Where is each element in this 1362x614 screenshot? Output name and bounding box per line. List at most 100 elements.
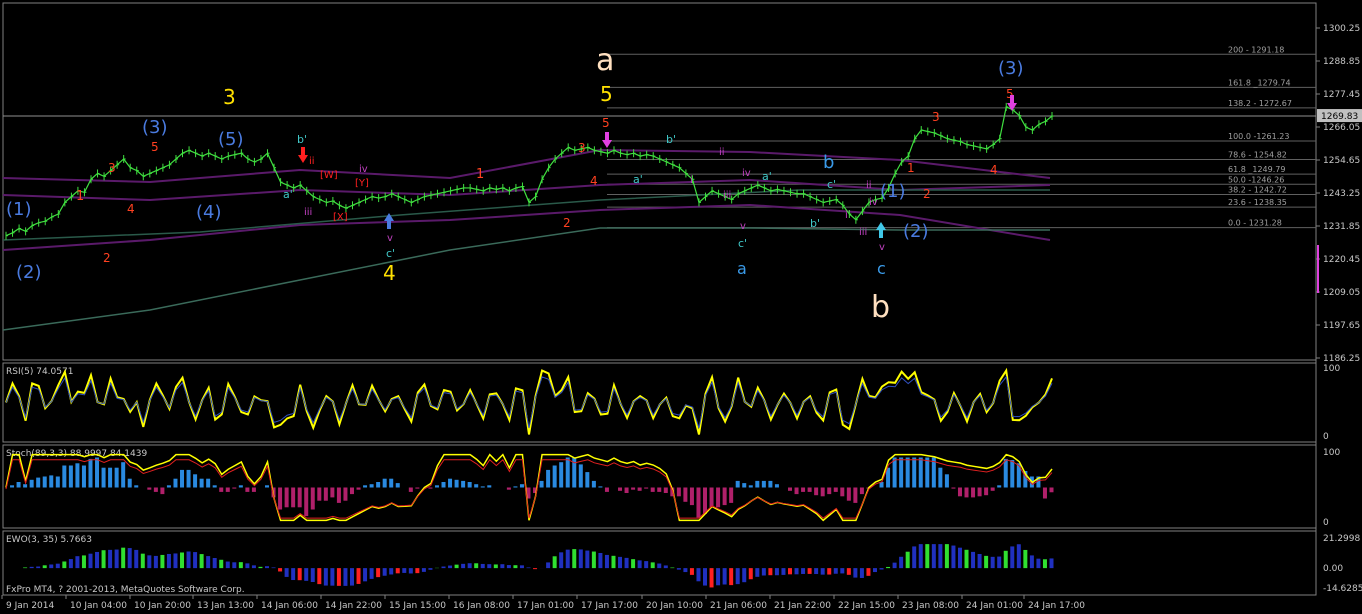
- wave-label: c: [877, 259, 886, 278]
- stoch-hist-bar: [428, 487, 433, 489]
- stoch-hist-bar: [29, 479, 34, 488]
- stoch-hist-bar: [147, 487, 152, 490]
- stoch-hist-bar: [585, 472, 590, 488]
- stoch-hist-bar: [709, 487, 714, 508]
- ewo-bar: [500, 564, 505, 569]
- stoch-hist-bar: [768, 480, 773, 488]
- wave-label: b': [297, 133, 307, 146]
- wave-label: a: [596, 43, 614, 78]
- ewo-bar: [55, 563, 60, 569]
- wave-label: i: [845, 210, 848, 221]
- wave-label: a': [762, 170, 772, 183]
- stoch-hist-bar: [637, 487, 642, 491]
- wave-label: 3: [108, 161, 116, 175]
- wave-label: iv: [869, 197, 878, 208]
- ewo-bar: [748, 568, 753, 580]
- wave-label: b': [810, 217, 820, 230]
- stoch-hist-bar: [598, 486, 603, 488]
- ewo-bar: [363, 568, 368, 582]
- wave-label: [X]: [333, 212, 348, 223]
- ewo-bar: [977, 553, 982, 569]
- time-tick-label: 21 Jan 06:00: [710, 601, 767, 611]
- rsi-line: [5, 367, 1053, 435]
- ewo-bar: [879, 568, 884, 570]
- ewo-bar: [637, 560, 642, 569]
- stoch-hist-bar: [703, 487, 708, 514]
- stoch-hist-bar: [807, 487, 812, 492]
- stoch-hist-bar: [1010, 460, 1015, 488]
- wave-label: i: [690, 175, 693, 186]
- ewo-bar: [918, 544, 923, 569]
- ewo-bar: [448, 565, 453, 569]
- stoch-hist-bar: [846, 487, 851, 501]
- ewo-bar: [278, 568, 283, 572]
- wave-label: (2): [16, 262, 42, 283]
- ewo-bar: [519, 565, 524, 569]
- stoch-hist-bar: [49, 475, 54, 488]
- stoch-hist-bar: [644, 487, 649, 489]
- platform-note: FxPro MT4, ? 2001-2013, MetaQuotes Softw…: [6, 585, 245, 595]
- stoch-hist-bar: [336, 487, 341, 503]
- ewo-bar: [160, 554, 165, 569]
- ewo-bar: [193, 552, 198, 569]
- stoch-hist-bar: [729, 487, 734, 503]
- wave-label: 2: [563, 216, 571, 230]
- ewo-bar: [62, 561, 67, 569]
- wave-label: (3): [142, 117, 168, 138]
- stoch-hist-bar: [604, 487, 609, 492]
- stoch-hist-bar: [114, 467, 119, 488]
- wave-label: 3: [578, 141, 586, 155]
- ewo-bar: [219, 559, 224, 569]
- ewo-bar: [140, 553, 145, 569]
- ewo-bar: [774, 568, 779, 576]
- stoch-hist-bar: [990, 487, 995, 491]
- stoch-hist-bar: [101, 467, 106, 488]
- ewo-bar: [788, 568, 792, 575]
- ewo-bar: [964, 549, 969, 569]
- ewo-bar: [330, 568, 335, 586]
- wave-label: 1: [476, 167, 484, 182]
- stoch-hist-bar: [506, 487, 511, 490]
- ewo-bar: [297, 568, 302, 581]
- stoch-hist-bar: [310, 487, 315, 510]
- wave-label: 4: [383, 261, 396, 285]
- ewo-bar: [742, 568, 747, 583]
- ewo-bar: [180, 552, 185, 569]
- ewo-bar: [768, 568, 773, 576]
- ewo-bar: [931, 544, 936, 569]
- ewo-bar: [382, 568, 387, 576]
- stoch-hist-bar: [1049, 487, 1054, 493]
- stoch-hist-bar: [951, 487, 956, 489]
- ewo-bar: [23, 567, 28, 569]
- ewo-bar: [807, 568, 812, 574]
- stoch-hist-bar: [774, 484, 779, 488]
- ewo-bar: [624, 557, 629, 569]
- stoch-hist-bar: [899, 457, 904, 488]
- ewo-bar: [951, 545, 956, 569]
- time-tick-label: 17 Jan 17:00: [581, 601, 638, 611]
- ewo-bar: [794, 568, 799, 575]
- fib-label: 200 - 1291.18: [1228, 45, 1284, 54]
- ewo-bar: [356, 568, 361, 584]
- wave-label: a': [633, 173, 643, 186]
- ewo-bar: [121, 547, 126, 569]
- ewo-bar: [206, 556, 211, 569]
- stoch-hist-bar: [395, 483, 400, 488]
- stoch-hist-bar: [591, 480, 596, 488]
- stoch-hist-bar: [408, 487, 413, 492]
- price-tick-label: 1209.05: [1323, 288, 1360, 298]
- stoch-hist-bar: [539, 480, 544, 488]
- stoch-hist-bar: [42, 476, 47, 488]
- ewo-bar: [1029, 555, 1034, 569]
- ewo-bar: [833, 568, 838, 574]
- stoch-hist-bar: [925, 457, 930, 488]
- stoch-tick: 100: [1323, 448, 1340, 458]
- time-tick-label: 14 Jan 06:00: [261, 601, 318, 611]
- rsi-tick: 100: [1323, 364, 1340, 374]
- wave-label: ii: [866, 180, 872, 191]
- stoch-hist-bar: [193, 474, 198, 488]
- ma-slow: [2, 227, 1050, 331]
- ewo-bar: [866, 568, 871, 576]
- ewo-bar: [984, 555, 989, 569]
- ewo-bar: [212, 558, 217, 569]
